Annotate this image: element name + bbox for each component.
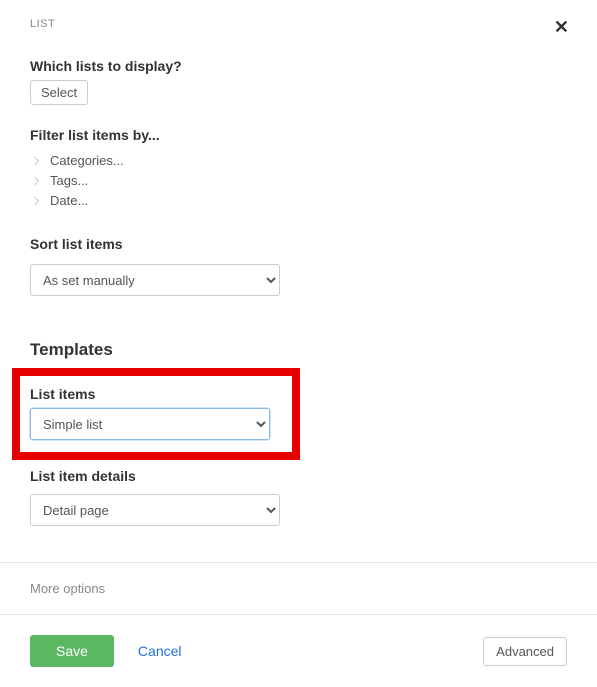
advanced-button[interactable]: Advanced [483,637,567,666]
chevron-right-icon [31,176,39,184]
display-section: Which lists to display? Select [30,58,567,105]
close-icon[interactable]: ✕ [550,18,573,36]
select-button[interactable]: Select [30,80,88,105]
list-settings-dialog: LIST ✕ Which lists to display? Select Fi… [0,0,597,683]
detail-section: List item details Detail page [30,468,567,526]
display-label: Which lists to display? [30,58,567,74]
filter-title: Filter list items by... [30,127,567,143]
chevron-right-icon [31,156,39,164]
save-button[interactable]: Save [30,635,114,667]
dialog-body: Which lists to display? Select Filter li… [0,44,597,526]
chevron-right-icon [31,196,39,204]
sort-section: Sort list items As set manually [30,236,567,296]
list-items-label: List items [30,386,282,402]
dialog-title: LIST [30,18,55,30]
filter-item-date[interactable]: Date... [30,193,567,208]
filter-item-categories[interactable]: Categories... [30,153,567,168]
filter-item-label: Date... [50,193,88,208]
templates-heading: Templates [30,340,567,360]
filter-section: Filter list items by... Categories... Ta… [30,127,567,208]
filter-item-label: Categories... [50,153,124,168]
dialog-footer: Save Cancel Advanced [0,614,597,687]
filter-item-label: Tags... [50,173,88,188]
dialog-header: LIST ✕ [0,0,597,44]
detail-label: List item details [30,468,567,484]
list-items-select[interactable]: Simple list [30,408,270,440]
list-items-highlight: List items Simple list [12,368,300,460]
detail-select[interactable]: Detail page [30,494,280,526]
filter-item-tags[interactable]: Tags... [30,173,567,188]
cancel-button[interactable]: Cancel [138,643,182,659]
sort-select[interactable]: As set manually [30,264,280,296]
more-options-toggle[interactable]: More options [0,562,597,614]
sort-label: Sort list items [30,236,567,252]
